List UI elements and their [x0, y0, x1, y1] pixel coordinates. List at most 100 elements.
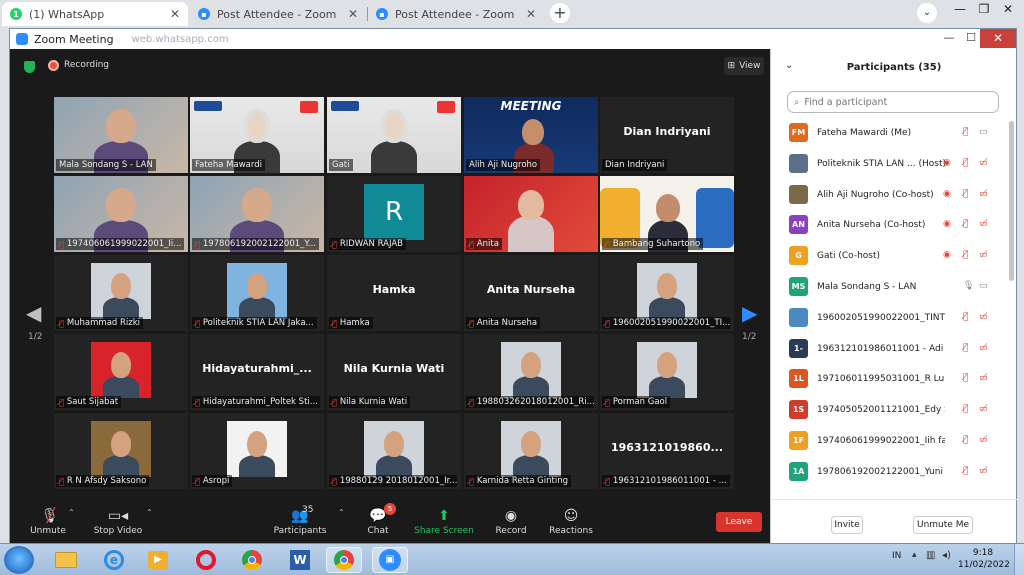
maximize-icon[interactable]: ☐ — [960, 29, 982, 47]
participant-row[interactable]: FM Fateha Mawardi (Me) 🎙̸ ▭ — [771, 119, 1007, 149]
participant-row[interactable]: 1- 196312101986011001 - Adi Set... 🎙̸ ▭̸ — [771, 335, 1007, 365]
video-tile[interactable]: Anita Nurseha 🎙̸ Anita Nurseha — [464, 255, 598, 331]
participant-row[interactable]: AN Anita Nurseha (Co-host) ◉ 🎙̸ ▭̸ — [771, 211, 1007, 241]
view-button[interactable]: ⊞ View — [724, 57, 764, 75]
close-icon[interactable]: ✕ — [980, 29, 1016, 48]
video-tile[interactable]: 🎙̸ 197806192002122001_Y... — [190, 176, 324, 252]
tile-name: 198803262018012001_Ri... — [476, 397, 594, 407]
close-tab-icon[interactable]: ✕ — [170, 7, 180, 21]
participant-row[interactable]: 1L 197106011995031001_R Luki ka... 🎙̸ ▭̸ — [771, 365, 1007, 395]
media-player-icon[interactable]: ▶ — [140, 547, 176, 573]
internet-explorer-icon[interactable]: e — [96, 547, 132, 573]
mic-muted-icon[interactable]: 🎙̸ — [963, 312, 968, 323]
participant-row[interactable]: 196002051990022001_TINTIN S... 🎙̸ ▭̸ — [771, 304, 1007, 334]
mic-muted-icon[interactable]: 🎙̸ — [963, 189, 968, 200]
word-icon[interactable]: W — [282, 547, 318, 573]
video-options-chevron-icon[interactable]: ⌃ — [146, 508, 153, 517]
video-tile[interactable]: 1963121019860... 🎙̸ 196312101986011001 - .… — [600, 413, 734, 489]
tab-whatsapp[interactable]: 1 (1) WhatsApp ✕ — [2, 2, 188, 26]
video-tile[interactable]: 🎙̸ 197406061999022001_Ii... — [54, 176, 188, 252]
new-tab-button[interactable]: + — [550, 3, 570, 23]
invite-button[interactable]: Invite — [831, 516, 863, 534]
next-page-icon[interactable]: ▶ — [742, 301, 757, 325]
close-tab-icon[interactable]: ✕ — [348, 7, 358, 21]
network-icon[interactable]: ▥ — [926, 550, 935, 561]
file-explorer-icon[interactable] — [48, 547, 84, 573]
mic-muted-icon[interactable]: 🎙̸ — [963, 158, 968, 169]
tray-chevron-icon[interactable]: ▴ — [912, 550, 917, 560]
participant-search[interactable]: ⌕ — [787, 91, 999, 113]
person-face — [384, 431, 404, 457]
tab-zoom-2[interactable]: ▪ Post Attendee - Zoom ✕ — [368, 2, 544, 26]
video-tile[interactable]: Fateha Mawardi — [190, 97, 324, 173]
video-tile[interactable]: Nila Kurnia Wati 🎙̸ Nila Kurnia Wati — [327, 334, 461, 410]
video-tile[interactable]: Mala Sondang S - LAN — [54, 97, 188, 173]
chrome-icon[interactable] — [234, 547, 270, 573]
participants-button[interactable]: 👥 35 Participants ⌃ — [270, 505, 345, 536]
tab-search-icon[interactable]: ⌄ — [917, 3, 937, 23]
minimize-icon[interactable]: — — [938, 29, 960, 47]
video-tile[interactable]: 🎙̸ 19880129 2018012001_Ir... — [327, 413, 461, 489]
participant-row[interactable]: MS Mala Sondang S - LAN 🎙 ▭ — [771, 273, 1007, 303]
unmute-button[interactable]: 🎙╱ Unmute ⌃ — [18, 506, 78, 536]
participants-chevron-icon[interactable]: ⌃ — [338, 508, 345, 517]
video-tile[interactable]: 🎙̸ Saut Sijabat — [54, 334, 188, 410]
mic-muted-icon[interactable]: 🎙̸ — [963, 373, 968, 384]
panel-collapse-chevron-icon[interactable]: ⌄ — [785, 60, 793, 71]
video-tile[interactable]: 🎙̸ Politeknik STIA LAN Jaka... — [190, 255, 324, 331]
participant-search-input[interactable] — [804, 96, 975, 108]
video-tile[interactable]: 🎙̸ Anita — [464, 176, 598, 252]
close-window-icon[interactable]: ✕ — [994, 0, 1022, 20]
video-tile[interactable]: Hidayaturahmi_... 🎙̸ Hidayaturahmi_Poltek … — [190, 334, 324, 410]
opera-icon[interactable] — [188, 547, 224, 573]
video-tile[interactable]: Dian Indriyani Dian Indriyani — [600, 97, 734, 173]
mic-muted-icon[interactable]: 🎙̸ — [963, 404, 968, 415]
participant-row[interactable]: Alih Aji Nugroho (Co-host) ◉ 🎙̸ ▭̸ — [771, 181, 1007, 211]
mic-muted-icon[interactable]: 🎙̸ — [963, 219, 968, 230]
audio-options-chevron-icon[interactable]: ⌃ — [68, 508, 75, 517]
clock[interactable]: 9:18 11/02/2022 — [958, 547, 1010, 571]
participant-row[interactable]: Politeknik STIA LAN ... (Host) ◉ 🎙̸ ▭̸ — [771, 150, 1007, 180]
unmute-me-button[interactable]: Unmute Me — [913, 516, 973, 534]
video-tile[interactable]: 🎙̸ Karnida Retta Ginting — [464, 413, 598, 489]
security-shield-icon[interactable] — [24, 61, 35, 73]
video-tile[interactable]: 🎙̸ 196002051990022001_TI... — [600, 255, 734, 331]
mic-muted-icon[interactable]: 🎙̸ — [963, 466, 968, 477]
participant-row[interactable]: 1S 197405052001121001_Edy Sutri... 🎙̸ ▭̸ — [771, 396, 1007, 426]
video-tile[interactable]: 🎙̸ 198803262018012001_Ri... — [464, 334, 598, 410]
participant-row[interactable]: 1A 197806192002122001_Yuni Ariy... 🎙̸ ▭̸ — [771, 458, 1007, 488]
close-tab-icon[interactable]: ✕ — [526, 7, 536, 21]
video-tile[interactable]: MEETING Alih Aji Nugroho — [464, 97, 598, 173]
language-indicator[interactable]: IN — [892, 551, 901, 561]
mic-muted-icon[interactable]: 🎙̸ — [963, 343, 968, 354]
mic-muted-icon[interactable]: 🎙̸ — [963, 127, 968, 138]
tab-zoom-1[interactable]: ▪ Post Attendee - Zoom ✕ — [190, 2, 366, 26]
participant-row[interactable]: G Gati (Co-host) ◉ 🎙̸ ▭̸ — [771, 242, 1007, 272]
mic-muted-icon[interactable]: 🎙̸ — [963, 435, 968, 446]
record-button[interactable]: ◉ Record — [481, 506, 541, 536]
leave-button[interactable]: Leave — [716, 512, 762, 532]
stop-video-button[interactable]: ▭◂ Stop Video ⌃ — [88, 506, 153, 536]
video-tile[interactable]: 🎙̸ Porman Gaol — [600, 334, 734, 410]
reactions-button[interactable]: ☺ Reactions — [541, 506, 601, 536]
video-tile[interactable]: 🎙̸ Bambang Suhartono — [600, 176, 734, 252]
anniversary-logo — [437, 101, 455, 113]
share-screen-button[interactable]: ⬆ Share Screen — [414, 506, 474, 536]
video-tile[interactable]: Hamka 🎙̸ Hamka — [327, 255, 461, 331]
panel-scrollbar[interactable] — [1009, 121, 1014, 281]
show-desktop-button[interactable] — [1014, 544, 1024, 575]
participant-row[interactable]: 1F 197406061999022001_Iih faihaah 🎙̸ ▭̸ — [771, 427, 1007, 457]
prev-page-icon[interactable]: ◀ — [26, 301, 41, 325]
video-tile[interactable]: 🎙̸ Muhammad Rizki — [54, 255, 188, 331]
mic-icon[interactable]: 🎙 — [963, 281, 974, 292]
video-tile[interactable]: R 🎙̸ RIDWAN RAJAB — [327, 176, 461, 252]
video-tile[interactable]: 🎙̸ R N Afsdy Saksono — [54, 413, 188, 489]
mic-muted-icon[interactable]: 🎙̸ — [963, 250, 968, 261]
video-tile[interactable]: 🎙̸ Asropi — [190, 413, 324, 489]
volume-icon[interactable]: ◂) — [942, 550, 951, 561]
start-button[interactable] — [4, 546, 34, 574]
video-tile[interactable]: Gati — [327, 97, 461, 173]
chat-button[interactable]: 💬 5 Chat — [348, 503, 408, 536]
chrome-active-icon[interactable] — [326, 547, 362, 573]
zoom-taskbar-icon[interactable]: ▣ — [372, 547, 408, 573]
